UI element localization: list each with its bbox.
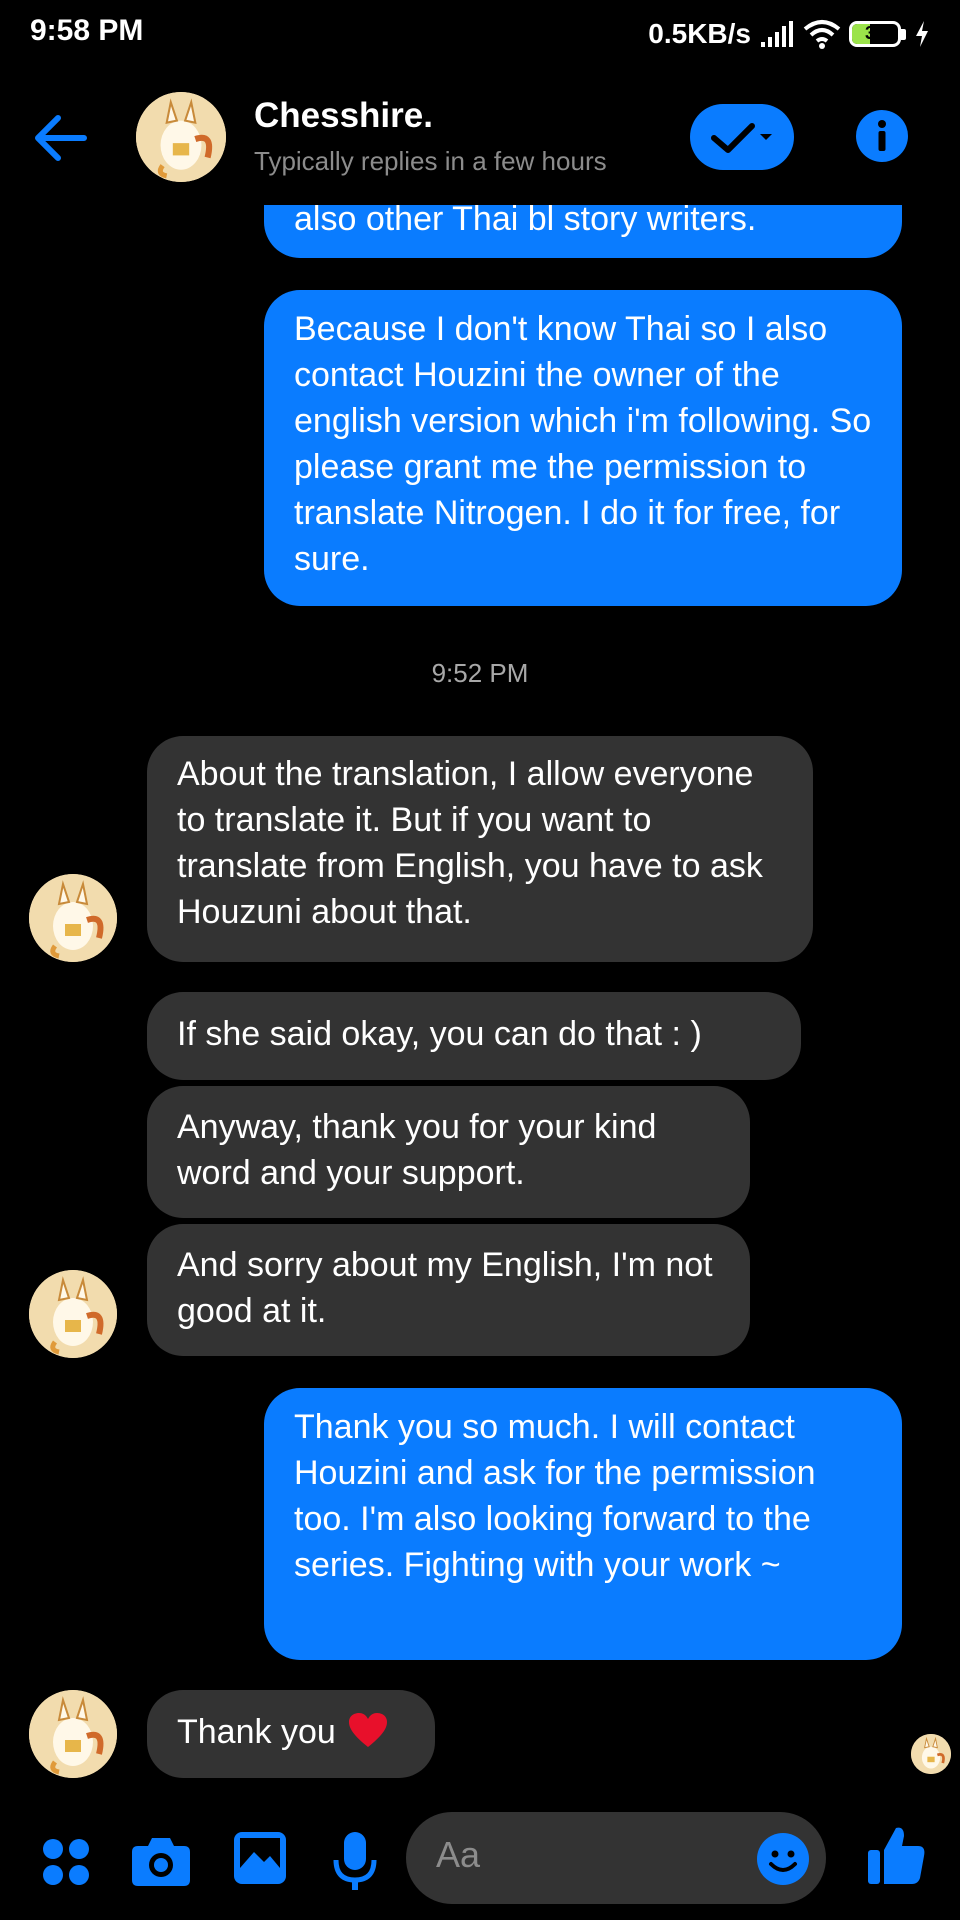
- contact-avatar[interactable]: [29, 1690, 117, 1778]
- camera-icon[interactable]: [130, 1832, 192, 1888]
- emoji-icon[interactable]: [756, 1832, 810, 1886]
- message-bubble-incoming[interactable]: About the translation, I allow everyone …: [147, 736, 813, 962]
- checkmark-icon: [711, 123, 772, 153]
- signal-icon: [761, 21, 793, 47]
- wifi-icon: [803, 20, 841, 49]
- cat-avatar-image: [136, 92, 226, 182]
- cat-avatar-image: [29, 874, 117, 962]
- message-text: also other Thai bl story writers.: [294, 200, 757, 238]
- message-bubble-incoming[interactable]: Thank you: [147, 1690, 435, 1778]
- message-bubble-outgoing[interactable]: Because I don't know Thai so I also cont…: [264, 290, 902, 606]
- cat-avatar-image: [911, 1734, 951, 1774]
- cat-avatar-image: [29, 1690, 117, 1778]
- heart-emoji: [349, 1713, 388, 1747]
- message-bubble-outgoing[interactable]: Thank you so much. I will contact Houzin…: [264, 1388, 902, 1660]
- message-text: Anyway, thank you for your kind word and…: [177, 1108, 657, 1192]
- gallery-icon[interactable]: [232, 1830, 288, 1886]
- battery-icon: 39: [849, 21, 906, 47]
- mark-done-button[interactable]: [690, 104, 794, 170]
- contact-avatar[interactable]: [29, 874, 117, 962]
- header-avatar[interactable]: [136, 92, 226, 182]
- message-text: Because I don't know Thai so I also cont…: [294, 310, 872, 578]
- contact-name[interactable]: Chesshire.: [254, 96, 433, 136]
- chevron-down-icon: [760, 134, 772, 140]
- microphone-icon[interactable]: [330, 1830, 380, 1894]
- back-button[interactable]: [30, 108, 110, 188]
- battery-percent: 39: [864, 23, 886, 43]
- contact-avatar[interactable]: [29, 1270, 117, 1358]
- status-icons: 0.5KB/s 39: [648, 14, 930, 54]
- cat-avatar-image: [29, 1270, 117, 1358]
- message-text: And sorry about my English, I'm not good…: [177, 1246, 713, 1330]
- info-button[interactable]: [856, 110, 908, 162]
- message-text: Thank you: [177, 1713, 336, 1751]
- message-bubble-incoming[interactable]: Anyway, thank you for your kind word and…: [147, 1086, 750, 1218]
- info-icon: [878, 120, 886, 151]
- message-input[interactable]: Aa: [406, 1812, 826, 1904]
- conversation-header: Chesshire. Typically replies in a few ho…: [0, 80, 960, 205]
- status-time: 9:58 PM: [30, 14, 144, 47]
- contact-status: Typically replies in a few hours: [254, 146, 607, 176]
- charging-icon: [916, 21, 928, 47]
- back-arrow-icon: [35, 115, 87, 161]
- message-text: If she said okay, you can do that : ): [177, 1015, 702, 1053]
- message-text: About the translation, I allow everyone …: [177, 755, 763, 931]
- network-speed: 0.5KB/s: [648, 18, 751, 49]
- message-timestamp: 9:52 PM: [431, 658, 529, 688]
- apps-icon[interactable]: [40, 1836, 92, 1888]
- message-bubble-incoming[interactable]: And sorry about my English, I'm not good…: [147, 1224, 750, 1356]
- thumbs-up-icon[interactable]: [866, 1824, 926, 1888]
- message-placeholder: Aa: [436, 1834, 481, 1875]
- message-text: Thank you so much. I will contact Houzin…: [294, 1408, 816, 1584]
- seen-receipt-avatar: [911, 1734, 951, 1774]
- message-bubble-incoming[interactable]: If she said okay, you can do that : ): [147, 992, 801, 1080]
